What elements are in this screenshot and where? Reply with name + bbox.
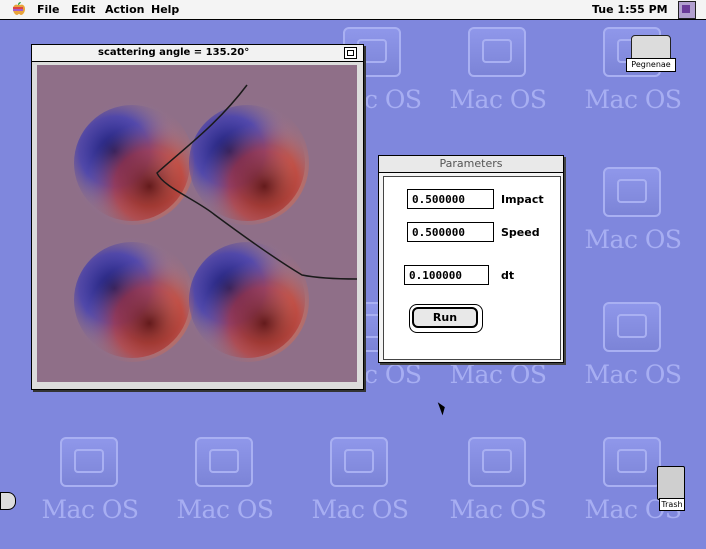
menu-edit[interactable]: Edit	[71, 3, 95, 16]
desktop-pattern-text: Mac OS	[449, 360, 547, 389]
window-zoom-box-icon[interactable]	[344, 47, 357, 59]
desktop-pattern-text: Mac OS	[584, 85, 682, 114]
parameters-window-title: Parameters	[439, 157, 503, 170]
finder-face-icon	[60, 437, 118, 487]
finder-face-icon	[330, 437, 388, 487]
menubar-clock[interactable]: Tue 1:55 PM	[592, 3, 668, 16]
desktop-tile: Mac OS	[438, 19, 558, 139]
parameters-window-title-bar[interactable]: Parameters	[379, 156, 563, 173]
scattering-plot-svg	[67, 84, 358, 365]
desktop-pattern-text: Mac OS	[584, 225, 682, 254]
parameters-panel: 0.500000 Impact 0.500000 Speed 0.100000 …	[383, 176, 561, 360]
finder-face-icon	[603, 167, 661, 217]
hard-drive-label[interactable]: Pegnenae	[626, 58, 676, 72]
scattering-window: scattering angle = 135.20°	[31, 44, 364, 390]
desktop-pattern-text: Mac OS	[584, 360, 682, 389]
menu-action[interactable]: Action	[105, 3, 144, 16]
finder-face-icon	[603, 302, 661, 352]
scattering-plot	[37, 65, 358, 382]
application-menu-icon[interactable]	[678, 1, 696, 19]
impact-label: Impact	[501, 193, 544, 206]
menu-file[interactable]: File	[37, 3, 60, 16]
run-button[interactable]: Run	[409, 304, 483, 333]
desktop-tile: Mac OS	[165, 429, 285, 549]
desktop-pattern-text: Mac OS	[176, 495, 274, 524]
dt-label: dt	[501, 269, 515, 282]
trash-icon[interactable]	[657, 466, 685, 500]
desktop-pattern-text: Mac OS	[41, 495, 139, 524]
trash-label[interactable]: Trash	[659, 498, 685, 511]
apple-menu-icon[interactable]	[10, 1, 26, 17]
parameters-window: Parameters 0.500000 Impact 0.500000 Spee…	[378, 155, 564, 363]
scattering-window-title: scattering angle = 135.20°	[98, 47, 250, 58]
wavefunction-lobe	[67, 98, 197, 228]
wavefunction-lobe	[182, 235, 312, 365]
finder-face-icon	[195, 437, 253, 487]
desktop-tile: Mac OS	[573, 294, 693, 414]
wavefunction-lobe	[182, 98, 312, 228]
finder-face-icon	[603, 437, 661, 487]
menu-bar: File Edit Action Help Tue 1:55 PM	[0, 0, 706, 20]
desktop-tile: Mac OS	[30, 429, 150, 549]
speed-field[interactable]: 0.500000	[407, 222, 494, 242]
impact-field[interactable]: 0.500000	[407, 189, 494, 209]
finder-face-icon	[468, 437, 526, 487]
desktop-pattern-text: Mac OS	[449, 495, 547, 524]
dt-field[interactable]: 0.100000	[404, 265, 489, 285]
menu-help[interactable]: Help	[151, 3, 179, 16]
desktop-pattern-text: Mac OS	[449, 85, 547, 114]
finder-face-icon	[468, 27, 526, 77]
desktop-tile: Mac OS	[438, 429, 558, 549]
desktop-tile: Mac OS	[300, 429, 420, 549]
corner-tab	[0, 492, 16, 510]
speed-label: Speed	[501, 226, 540, 239]
scattering-window-title-bar[interactable]: scattering angle = 135.20°	[32, 45, 363, 62]
desktop-tile: Mac OS	[573, 159, 693, 279]
desktop-pattern-text: Mac OS	[311, 495, 409, 524]
wavefunction-lobe	[67, 235, 197, 365]
